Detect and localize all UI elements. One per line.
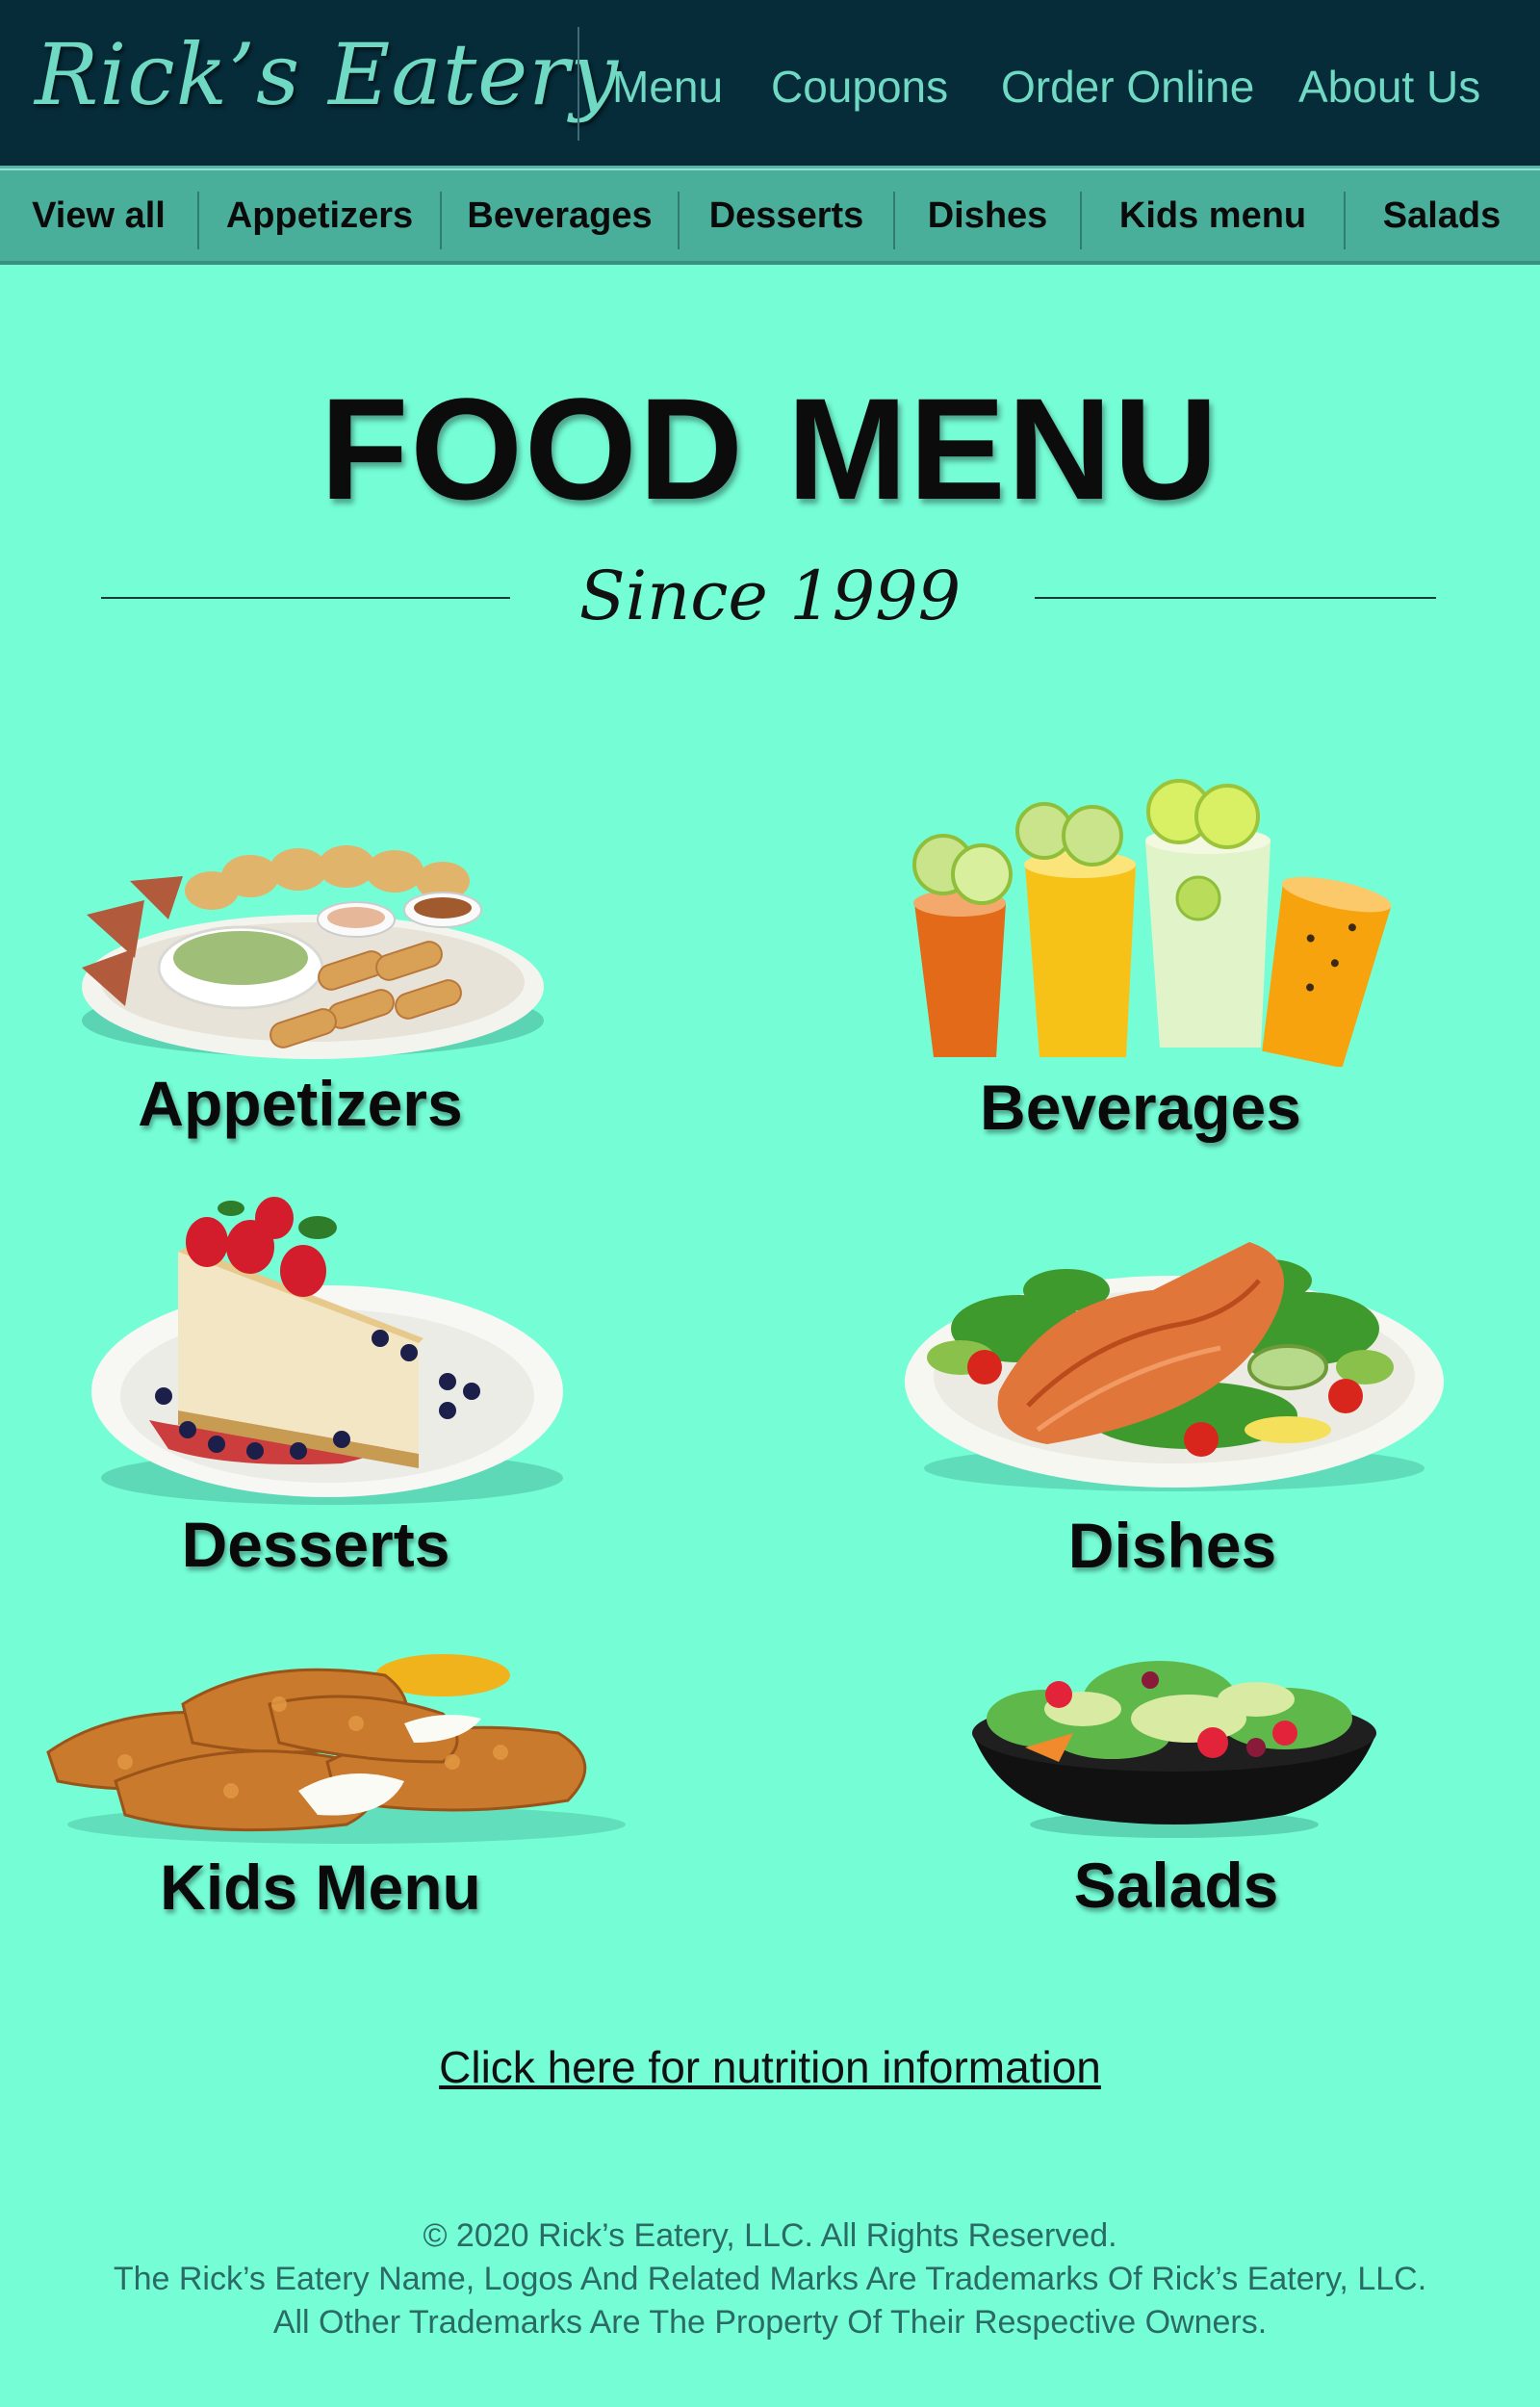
category-salads[interactable]: Salads <box>1346 170 1538 261</box>
chicken-tenders-image[interactable] <box>38 1646 626 1849</box>
header-divider <box>578 27 579 141</box>
footer-copyright: © 2020 Rick’s Eatery, LLC. All Rights Re… <box>423 2217 1117 2254</box>
cheesecake-image[interactable] <box>91 1189 573 1507</box>
category-view-all[interactable]: View all <box>0 170 197 261</box>
tile-label-dishes[interactable]: Dishes <box>980 1509 1365 1582</box>
nav-coupons-link[interactable]: Coupons <box>771 53 948 120</box>
nav-menu-link[interactable]: Menu <box>612 53 723 120</box>
footer-other-trademarks: All Other Trademarks Are The Property Of… <box>272 2304 1268 2341</box>
category-appetizers[interactable]: Appetizers <box>199 170 440 261</box>
footer-trademark: The Rick’s Eatery Name, Logos And Relate… <box>113 2261 1427 2297</box>
category-bar: View all Appetizers Beverages Desserts D… <box>0 168 1540 265</box>
site-footer: © 2020 Rick’s Eatery, LLC. All Rights Re… <box>0 2214 1540 2344</box>
page-title: FOOD MENU <box>320 368 1220 530</box>
nutrition-section: Click here for nutrition information <box>0 2041 1540 2093</box>
page-subtitle: Since 1999 <box>578 556 962 635</box>
category-dishes[interactable]: Dishes <box>895 170 1080 261</box>
tile-label-kids-menu[interactable]: Kids Menu <box>128 1851 513 1924</box>
appetizer-platter-image[interactable] <box>77 823 549 1059</box>
category-desserts[interactable]: Desserts <box>680 170 893 261</box>
tile-label-appetizers[interactable]: Appetizers <box>108 1067 493 1140</box>
site-logo[interactable]: Rick’s Eatery <box>35 17 619 133</box>
category-beverages[interactable]: Beverages <box>442 170 678 261</box>
tile-label-beverages[interactable]: Beverages <box>948 1071 1333 1144</box>
salad-bowl-image[interactable] <box>967 1642 1381 1844</box>
nav-order-online-link[interactable]: Order Online <box>1001 53 1254 120</box>
tile-label-salads[interactable]: Salads <box>984 1849 1369 1922</box>
tile-label-desserts[interactable]: Desserts <box>123 1508 508 1581</box>
title-rule-right <box>1035 597 1436 599</box>
nutrition-info-link[interactable]: Click here for nutrition information <box>439 2042 1101 2092</box>
site-header: Rick’s Eatery Menu Coupons Order Online … <box>0 0 1540 168</box>
iced-drinks-image[interactable] <box>900 778 1391 1067</box>
nav-about-us-link[interactable]: About Us <box>1298 53 1480 120</box>
salmon-plate-image[interactable] <box>903 1223 1447 1492</box>
category-kids-menu[interactable]: Kids menu <box>1082 170 1344 261</box>
